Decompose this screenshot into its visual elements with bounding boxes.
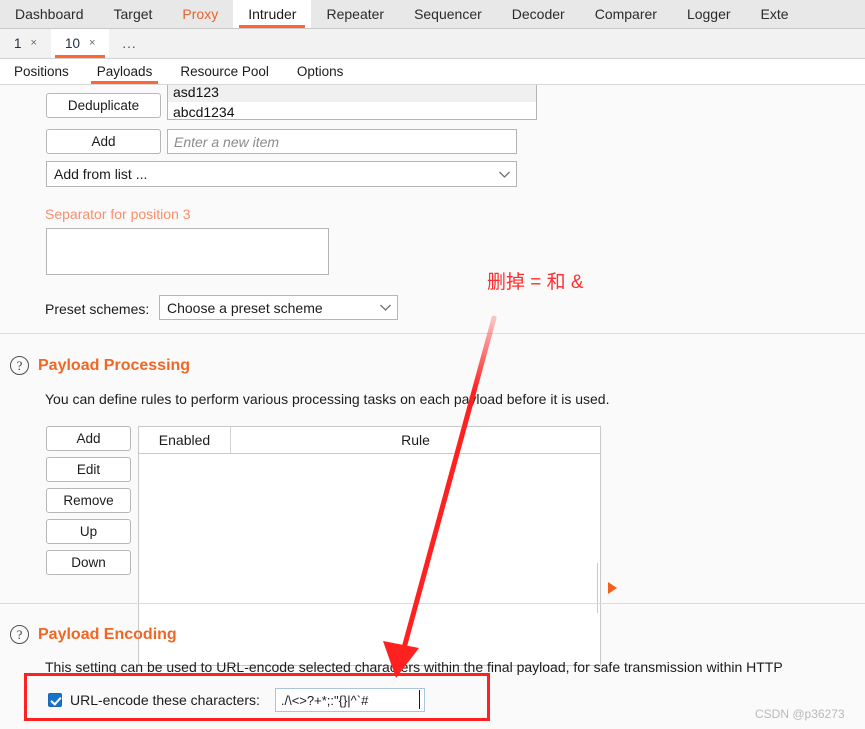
burp-suite-window: Dashboard Target Proxy Intruder Repeater… [0, 0, 865, 729]
main-tab-label: Dashboard [15, 6, 84, 22]
button-label: Up [79, 524, 98, 539]
triangle-right-icon [607, 582, 617, 594]
preset-schemes-label: Preset schemes: [45, 301, 150, 317]
section-title: Payload Processing [38, 356, 191, 374]
main-tab-label: Intruder [248, 6, 297, 22]
tab-label: Resource Pool [180, 64, 269, 79]
button-label: Down [71, 555, 106, 570]
main-tab-label: Target [113, 6, 153, 22]
attack-tab-bar: 1 × 10 × ... [0, 29, 865, 59]
column-header-rule[interactable]: Rule [231, 427, 600, 453]
list-item[interactable]: asd123 [168, 85, 536, 102]
button-label: Deduplicate [67, 98, 140, 113]
close-icon[interactable]: × [89, 38, 95, 49]
payload-processing-header: ? Payload Processing [10, 356, 190, 375]
main-tab-dashboard[interactable]: Dashboard [0, 0, 99, 28]
processing-rule-buttons: Add Edit Remove Up Down [46, 426, 131, 581]
table-panel-divider [597, 563, 598, 613]
main-tab-target[interactable]: Target [99, 0, 168, 28]
main-tab-proxy[interactable]: Proxy [167, 0, 233, 28]
payload-processing-description: You can define rules to perform various … [45, 391, 610, 407]
button-label: Add [91, 134, 116, 149]
attack-tab-label: 10 [64, 36, 80, 51]
tab-resource-pool[interactable]: Resource Pool [166, 59, 283, 84]
tab-label: Positions [14, 64, 69, 79]
chevron-down-icon [492, 170, 516, 179]
ellipsis-icon: ... [122, 36, 137, 51]
watermark-text: CSDN @p36273 [755, 707, 845, 721]
dropdown-label: Add from list ... [54, 166, 148, 182]
preset-scheme-dropdown[interactable]: Choose a preset scheme [159, 295, 398, 320]
panel-expand-arrow-icon[interactable] [601, 577, 623, 599]
tab-positions[interactable]: Positions [0, 59, 83, 84]
rule-remove-button[interactable]: Remove [46, 488, 131, 513]
attack-tab-label: 1 [14, 36, 22, 51]
dropdown-label: Choose a preset scheme [167, 299, 323, 316]
separator-input[interactable] [46, 228, 329, 275]
button-label: Remove [63, 493, 114, 508]
column-header-enabled[interactable]: Enabled [139, 427, 231, 453]
processing-rules-table[interactable]: Enabled Rule [138, 426, 601, 666]
new-item-input[interactable] [167, 129, 517, 154]
tab-options[interactable]: Options [283, 59, 358, 84]
main-tab-extensions[interactable]: Exte [746, 0, 804, 28]
rule-down-button[interactable]: Down [46, 550, 131, 575]
tab-payloads[interactable]: Payloads [83, 59, 167, 84]
payload-list[interactable]: asd123 abcd1234 [167, 85, 537, 120]
separator-label: Separator for position 3 [45, 206, 191, 222]
button-label: Add [76, 431, 101, 446]
intruder-inner-tab-bar: Positions Payloads Resource Pool Options [0, 59, 865, 85]
main-tab-comparer[interactable]: Comparer [580, 0, 672, 28]
main-tab-bar: Dashboard Target Proxy Intruder Repeater… [0, 0, 865, 29]
payload-encoding-header: ? Payload Encoding [10, 625, 177, 644]
tab-label: Payloads [96, 64, 153, 79]
list-item[interactable]: abcd1234 [168, 102, 536, 119]
main-tab-sequencer[interactable]: Sequencer [399, 0, 497, 28]
main-tab-decoder[interactable]: Decoder [497, 0, 580, 28]
main-tab-repeater[interactable]: Repeater [311, 0, 399, 28]
attack-tab-1[interactable]: 1 × [0, 29, 51, 58]
help-icon[interactable]: ? [10, 625, 29, 644]
add-from-list-dropdown[interactable]: Add from list ... [46, 161, 517, 187]
annotation-highlight-box [24, 673, 490, 721]
main-tab-label: Repeater [326, 6, 385, 22]
section-divider [0, 603, 865, 604]
section-divider [0, 333, 865, 334]
deduplicate-button[interactable]: Deduplicate [46, 93, 161, 118]
table-header-row: Enabled Rule [139, 427, 600, 454]
chevron-down-icon [373, 303, 397, 312]
main-tab-label: Logger [686, 6, 731, 22]
tab-label: Options [296, 64, 344, 79]
main-tab-label: Decoder [511, 6, 565, 22]
rule-up-button[interactable]: Up [46, 519, 131, 544]
annotation-note-text: 删掉 = 和 & [487, 272, 584, 293]
payload-options-block: asd123 abcd1234 Deduplicate Add Add from… [0, 85, 865, 195]
main-tab-logger[interactable]: Logger [672, 0, 746, 28]
main-tab-intruder[interactable]: Intruder [233, 0, 312, 28]
add-payload-button[interactable]: Add [46, 129, 161, 154]
rule-add-button[interactable]: Add [46, 426, 131, 451]
section-title: Payload Encoding [38, 625, 177, 643]
attack-tab-10[interactable]: 10 × [50, 29, 110, 58]
payloads-scroll-content: asd123 abcd1234 Deduplicate Add Add from… [0, 85, 865, 729]
main-tab-label: Sequencer [414, 6, 482, 22]
rule-edit-button[interactable]: Edit [46, 457, 131, 482]
button-label: Edit [76, 462, 101, 477]
close-icon[interactable]: × [31, 38, 37, 49]
attack-tab-overflow-menu[interactable]: ... [109, 29, 149, 58]
main-tab-label: Comparer [594, 6, 657, 22]
main-tab-label: Exte [760, 6, 789, 22]
help-icon[interactable]: ? [10, 356, 29, 375]
main-tab-label: Proxy [182, 6, 219, 22]
